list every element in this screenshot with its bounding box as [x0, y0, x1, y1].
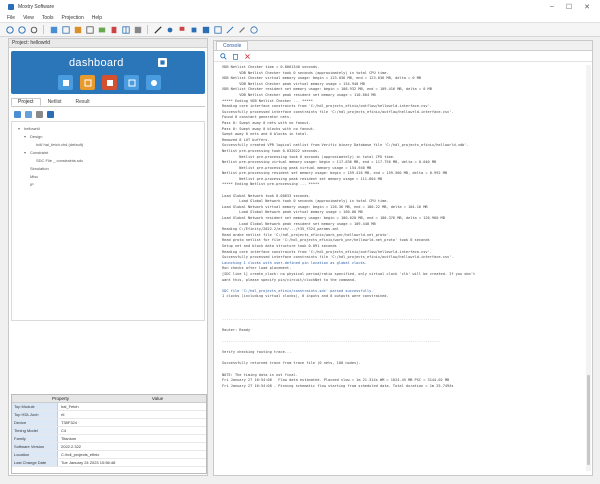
tab-console[interactable]: Console	[216, 41, 249, 50]
value-column-header: Value	[151, 396, 164, 401]
close-button[interactable]: ✕	[584, 3, 590, 11]
wrench-icon[interactable]	[237, 25, 246, 34]
refresh-icon[interactable]	[29, 25, 38, 34]
tab-netlist[interactable]: Netlist	[41, 98, 69, 106]
console-toolbar	[214, 51, 592, 62]
dashboard-bitstream-icon[interactable]	[124, 75, 139, 90]
dashboard-route-icon[interactable]	[102, 75, 117, 90]
minimize-button[interactable]: –	[550, 3, 554, 11]
open-file-icon[interactable]	[25, 110, 32, 118]
clear-icon[interactable]	[244, 53, 251, 60]
bitstream-icon[interactable]	[97, 25, 106, 34]
table-row[interactable]: Timing Model C4	[12, 427, 206, 435]
back-icon[interactable]	[5, 25, 14, 34]
menu-tools[interactable]: Tools	[42, 15, 54, 21]
tree-item[interactable]: ▾ Design	[12, 132, 204, 140]
tree-item[interactable]: Simulation	[12, 164, 204, 172]
table-row[interactable]: Software Version 2022.2.322	[12, 443, 206, 451]
table-row[interactable]: Family Titanium	[12, 435, 206, 443]
table-row[interactable]: Top HDL Arch rtl	[12, 411, 206, 419]
export-icon[interactable]	[213, 25, 222, 34]
table-row[interactable]: Location C:/hdl_projects_efinix	[12, 451, 206, 459]
dashboard-place-icon[interactable]	[80, 75, 95, 90]
project-tabs: Project Netlist Result	[11, 98, 205, 107]
window-title: Moxtry Software	[18, 4, 55, 10]
tree-item[interactable]: SDC File _ constraints.sdc	[12, 156, 204, 164]
console-output: VDB Netlist Checker time = 0.0061340 sec…	[218, 65, 588, 471]
copy-icon[interactable]	[232, 53, 239, 60]
chip-icon[interactable]	[189, 25, 198, 34]
app-icon	[8, 4, 14, 10]
main-toolbar	[0, 23, 600, 37]
link-icon[interactable]	[225, 25, 234, 34]
menu-help[interactable]: Help	[92, 15, 102, 21]
info-icon[interactable]	[249, 25, 258, 34]
project-header: Project: hellowrld	[9, 39, 207, 48]
maximize-button[interactable]: ☐	[566, 3, 572, 11]
edit-icon[interactable]	[36, 110, 43, 118]
route-icon[interactable]	[73, 25, 82, 34]
menu-projection[interactable]: Projection	[62, 15, 84, 21]
save-icon[interactable]	[201, 25, 210, 34]
pen-icon[interactable]	[153, 25, 162, 34]
console-scrollbar[interactable]	[586, 65, 591, 471]
debug-icon[interactable]	[133, 25, 142, 34]
tree-item[interactable]: ▾ Constraint	[12, 148, 204, 156]
pin-icon[interactable]	[165, 25, 174, 34]
filter-icon[interactable]	[47, 110, 54, 118]
dashboard-settings-icon[interactable]	[158, 58, 167, 67]
menu-file[interactable]: File	[7, 15, 15, 21]
search-icon[interactable]	[220, 52, 227, 60]
tree-item[interactable]: IP	[12, 180, 204, 188]
table-row[interactable]: Last Change Date Tue January 24 2023 10:5…	[12, 459, 206, 467]
title-bar: Moxtry Software – ☐ ✕	[0, 0, 600, 14]
forward-icon[interactable]	[17, 25, 26, 34]
place-icon[interactable]	[61, 25, 70, 34]
new-file-icon[interactable]	[14, 110, 21, 118]
flag-icon[interactable]	[177, 25, 186, 34]
grid-icon[interactable]	[121, 25, 130, 34]
console-panel: Console VDB Netlist Checker time = 0.006…	[213, 40, 593, 476]
tree-item[interactable]: ▾ hellowrld	[12, 124, 204, 132]
tree-item[interactable]: hdl/ hal_fetch.vhd (default)	[12, 140, 204, 148]
dashboard: dashboard	[11, 51, 205, 94]
menu-bar: File View Tools Projection Help	[0, 14, 600, 23]
property-column-header: Property	[51, 396, 69, 401]
tree-item[interactable]: Misc	[12, 172, 204, 180]
dashboard-synthesis-icon[interactable]	[58, 75, 73, 90]
console-line: Fri January 27 16:54:08 - Pinning schema…	[222, 383, 454, 388]
table-row[interactable]: Device T35F324	[12, 419, 206, 427]
properties-table: Property Value Top Module hal_Fetch Top H…	[11, 394, 207, 474]
project-tree: ▾ hellowrld ▾ Design hdl/ hal_fetch.vhd (d…	[11, 121, 205, 321]
timing-icon[interactable]	[85, 25, 94, 34]
project-panel: Project: hellowrld dashboard Project Net…	[8, 38, 208, 476]
program-icon[interactable]	[109, 25, 118, 34]
menu-view[interactable]: View	[23, 15, 34, 21]
table-row[interactable]: Top Module hal_Fetch	[12, 403, 206, 411]
dashboard-program-icon[interactable]	[146, 75, 161, 90]
synthesis-icon[interactable]	[49, 25, 58, 34]
tab-project[interactable]: Project	[11, 98, 41, 106]
project-toolbar	[11, 109, 205, 119]
dashboard-title: dashboard	[69, 57, 124, 69]
tab-result[interactable]: Result	[68, 98, 96, 106]
